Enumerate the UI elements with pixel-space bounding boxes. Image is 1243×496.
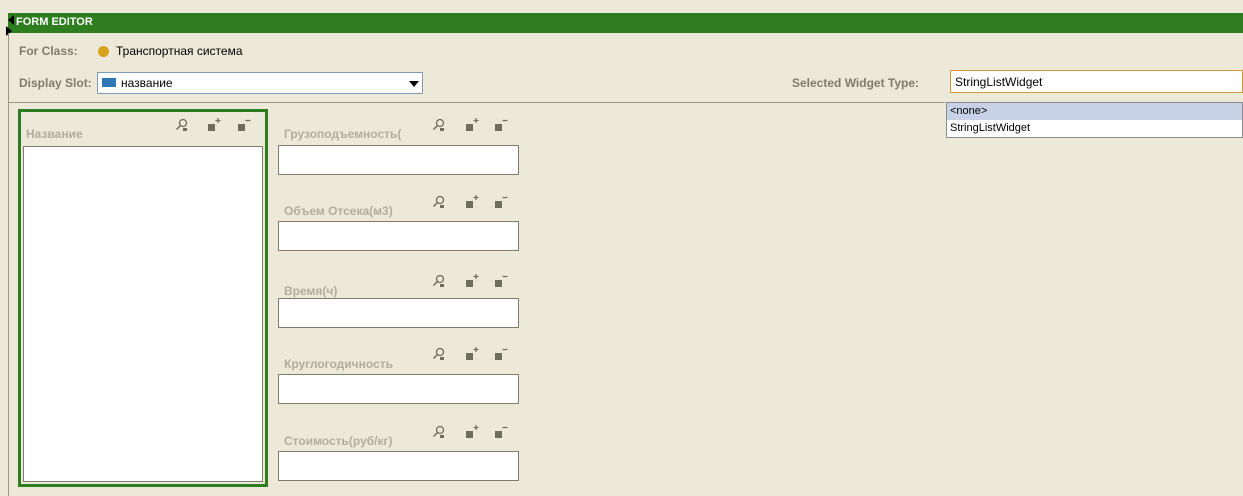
expand-right-icon[interactable]: [6, 26, 12, 36]
search-icon[interactable]: [432, 118, 446, 132]
form-editor-title: FORM EDITOR: [16, 16, 93, 28]
search-icon[interactable]: [432, 347, 446, 361]
class-icon: [98, 46, 109, 57]
selected-widget-type-value: StringListWidget: [955, 75, 1043, 89]
widget-label-stoimost: Стоимость(руб/кг): [284, 434, 393, 448]
chevron-down-icon[interactable]: [409, 81, 419, 87]
for-class-label: For Class:: [19, 44, 78, 58]
widget-label-kruglogodichnost: Круглогодичность: [284, 357, 393, 371]
collapse-left-icon[interactable]: [8, 15, 14, 25]
widget-field-stoimost[interactable]: [278, 451, 519, 481]
widget-label-vremya: Время(ч): [284, 284, 338, 298]
search-icon[interactable]: [432, 274, 446, 288]
header-divider: [9, 102, 945, 103]
remove-icon[interactable]: [494, 347, 508, 361]
selected-widget-type-label: Selected Widget Type:: [792, 76, 920, 90]
widget-option-none[interactable]: <none>: [947, 103, 1242, 120]
search-icon[interactable]: [432, 425, 446, 439]
widget-label-nazvanie: Название: [26, 127, 83, 141]
widget-field-kruglogodichnost[interactable]: [278, 374, 519, 404]
add-icon[interactable]: [465, 195, 479, 209]
display-slot-select[interactable]: название: [97, 72, 423, 94]
widget-option-stringlist[interactable]: StringListWidget: [947, 120, 1242, 137]
add-icon[interactable]: [465, 425, 479, 439]
slot-icon: [102, 78, 116, 87]
widget-list-nazvanie[interactable]: [23, 146, 263, 482]
add-icon[interactable]: [465, 347, 479, 361]
widget-field-obem-otseka[interactable]: [278, 221, 519, 251]
form-editor-title-bar: FORM EDITOR: [8, 13, 1243, 33]
add-icon[interactable]: [207, 118, 221, 132]
widget-label-obem-otseka: Объем Отсека(м3): [284, 204, 393, 218]
display-slot-value: название: [121, 76, 173, 90]
remove-icon[interactable]: [494, 274, 508, 288]
add-icon[interactable]: [465, 274, 479, 288]
widget-field-vremya[interactable]: [278, 298, 519, 328]
remove-icon[interactable]: [237, 118, 251, 132]
remove-icon[interactable]: [494, 195, 508, 209]
widget-field-gruzopodemnost[interactable]: [278, 145, 519, 175]
widget-type-dropdown: <none> StringListWidget: [946, 102, 1243, 138]
remove-icon[interactable]: [494, 118, 508, 132]
for-class-value: Транспортная система: [116, 44, 243, 58]
search-icon[interactable]: [175, 118, 189, 132]
search-icon[interactable]: [432, 195, 446, 209]
widget-label-gruzopodemnost: Грузоподъемность(: [284, 127, 402, 141]
selected-widget-type-combo[interactable]: StringListWidget: [950, 70, 1243, 93]
add-icon[interactable]: [465, 118, 479, 132]
remove-icon[interactable]: [494, 425, 508, 439]
display-slot-label: Display Slot:: [19, 76, 92, 90]
